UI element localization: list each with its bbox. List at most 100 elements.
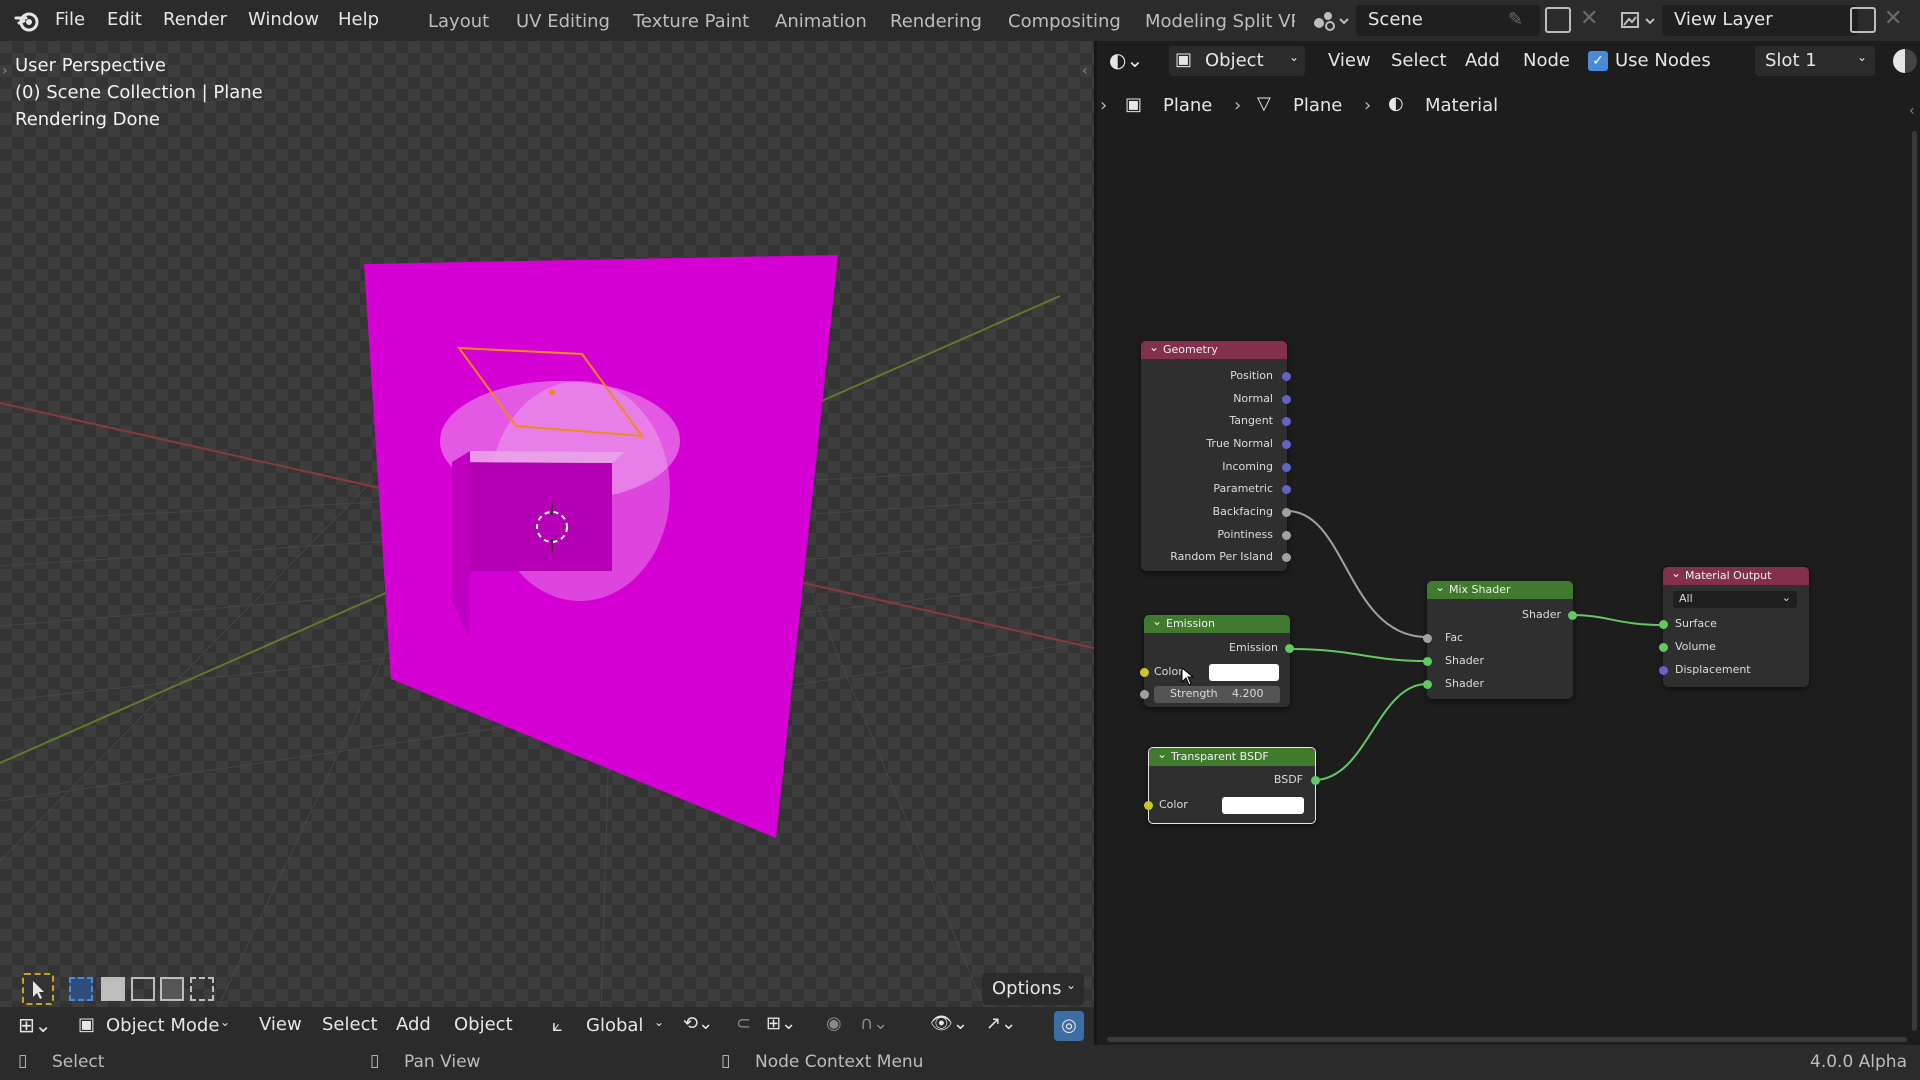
proportional-edit-icon[interactable]: ◉	[826, 1013, 842, 1034]
output-random-per-island: Random Per Island	[1170, 550, 1273, 563]
gizmo-icon[interactable]: ↗⌄	[986, 1013, 1016, 1034]
input-shader-1: Shader	[1445, 654, 1484, 667]
material-output-node[interactable]: Material Output All ⌄ Surface Volume Dis…	[1659, 564, 1809, 687]
input-surface: Surface	[1675, 617, 1717, 630]
delete-view-layer-icon[interactable]: ✕	[1884, 6, 1902, 31]
output-shader: Shader	[1522, 608, 1561, 621]
viewport-menu-select[interactable]: Select	[322, 1006, 378, 1044]
output-tangent: Tangent	[1229, 414, 1273, 427]
visibility-icon[interactable]: 👁⌄	[930, 1013, 968, 1034]
workspace-tab-compositing[interactable]: Compositing	[1008, 0, 1121, 41]
new-view-layer-icon[interactable]	[1850, 7, 1876, 33]
mix-shader-node-header[interactable]: Mix Shader	[1427, 578, 1573, 599]
pin-icon[interactable]: ✎	[1508, 9, 1523, 30]
workspace-tab-texture-paint[interactable]: Texture Paint	[633, 0, 749, 41]
input-shader-2: Shader	[1445, 677, 1484, 690]
material-output-node-header[interactable]: Material Output	[1663, 564, 1809, 585]
snap-target-icon[interactable]: ⊞⌄	[766, 1013, 796, 1034]
sidebar-expand-icon[interactable]: ‹	[1082, 63, 1088, 79]
workspace-tab-modeling-split[interactable]: Modeling Split VPs	[1145, 0, 1295, 41]
viewport-info-perspective: User Perspective	[15, 55, 166, 76]
socket-emission-color[interactable]	[1140, 668, 1149, 677]
geometry-node[interactable]: Geometry Position Normal Tangent True No…	[1141, 338, 1291, 571]
emission-color-label: Color	[1154, 665, 1183, 678]
socket-volume[interactable]	[1659, 643, 1668, 652]
socket-emission-out[interactable]	[1285, 644, 1294, 653]
socket-surface[interactable]	[1659, 620, 1668, 629]
socket-emission-strength[interactable]	[1140, 690, 1149, 699]
transparent-bsdf-node[interactable]: Transparent BSDF BSDF Color	[1144, 745, 1320, 824]
socket-mix-out[interactable]	[1568, 611, 1577, 620]
vertical-scrollbar[interactable]	[1912, 131, 1917, 1031]
3d-viewport[interactable]: User Perspective (0) Scene Collection | …	[0, 41, 1094, 1045]
select-subtract-icon[interactable]	[131, 977, 155, 1001]
viewport-menu-view[interactable]: View	[259, 1006, 302, 1044]
output-incoming: Incoming	[1222, 460, 1273, 473]
workspace-tab-rendering[interactable]: Rendering	[890, 0, 982, 41]
editor-type-icon[interactable]: ⊞⌄	[18, 1013, 52, 1037]
input-fac: Fac	[1445, 631, 1464, 644]
socket-pointiness[interactable]	[1282, 531, 1291, 540]
select-intersect-icon[interactable]	[190, 977, 214, 1001]
view-layer-browse-icon[interactable]	[1618, 7, 1660, 35]
viewport-menu-add[interactable]: Add	[396, 1006, 431, 1044]
emission-node[interactable]: Emission Emission Color Strength 4.200	[1140, 612, 1294, 707]
mouse-right-icon: ▯	[721, 1051, 731, 1071]
object-mode-dropdown[interactable]: ▣ Object Mode ⌄	[74, 1011, 234, 1041]
pivot-point-icon[interactable]: ⟲⌄	[683, 1013, 713, 1034]
snap-icon[interactable]: ⊂	[736, 1013, 751, 1034]
socket-mix-shader-2[interactable]	[1423, 680, 1432, 689]
socket-backfacing[interactable]	[1282, 508, 1291, 517]
menu-edit[interactable]: Edit	[107, 0, 142, 41]
workspace-tab-layout[interactable]: Layout	[428, 0, 489, 41]
socket-incoming[interactable]	[1282, 463, 1291, 472]
viewport-scene	[0, 255, 1094, 1045]
menu-file[interactable]: File	[55, 0, 85, 41]
select-new-icon[interactable]	[69, 977, 93, 1001]
blender-logo-icon[interactable]	[14, 8, 40, 34]
transform-orientation-dropdown[interactable]: ⟀ Global ⌄	[550, 1011, 668, 1041]
menu-render[interactable]: Render	[163, 0, 227, 41]
viewport-menu-object[interactable]: Object	[454, 1006, 513, 1044]
options-dropdown[interactable]: Options ⌄	[982, 973, 1084, 1005]
cursor-arrow-icon	[1181, 667, 1195, 686]
socket-position[interactable]	[1282, 372, 1291, 381]
socket-displacement[interactable]	[1659, 666, 1668, 675]
mix-shader-node[interactable]: Mix Shader Shader Fac Shader Shader	[1423, 578, 1577, 699]
view-layer-field[interactable]: View Layer	[1662, 5, 1858, 36]
output-backfacing: Backfacing	[1212, 505, 1273, 518]
socket-true-normal[interactable]	[1282, 440, 1291, 449]
transparent-bsdf-node-header[interactable]: Transparent BSDF	[1149, 745, 1315, 766]
scene-browse-icon[interactable]	[1310, 7, 1352, 35]
chevron-down-icon: ⌄	[654, 1015, 665, 1029]
emission-node-header[interactable]: Emission	[1144, 612, 1290, 633]
geometry-node-header[interactable]: Geometry	[1141, 338, 1287, 359]
socket-transparent-color[interactable]	[1144, 801, 1153, 810]
shader-editor[interactable]: ◐⌄ ▣ Object ⌄ View Select Add Node ✓ Use…	[1097, 41, 1920, 1045]
menu-window[interactable]: Window	[248, 0, 319, 41]
socket-random-per-island[interactable]	[1282, 553, 1291, 562]
transparent-color-swatch[interactable]	[1222, 797, 1304, 814]
target-dropdown[interactable]: All ⌄	[1673, 591, 1797, 608]
socket-tangent[interactable]	[1282, 417, 1291, 426]
horizontal-scrollbar[interactable]	[1107, 1037, 1907, 1042]
select-invert-icon[interactable]	[160, 977, 184, 1001]
socket-mix-shader-1[interactable]	[1423, 657, 1432, 666]
socket-mix-fac[interactable]	[1423, 634, 1432, 643]
scene-name-field[interactable]: Scene ✎	[1356, 5, 1540, 36]
new-scene-icon[interactable]	[1545, 7, 1571, 33]
toolbar-expand-icon[interactable]: ›	[2, 63, 8, 79]
select-tool-icon[interactable]	[22, 973, 54, 1005]
overlays-icon[interactable]: ◎	[1054, 1011, 1084, 1041]
socket-bsdf-out[interactable]	[1311, 776, 1320, 785]
strength-field[interactable]: Strength 4.200	[1154, 686, 1280, 703]
menu-help[interactable]: Help	[338, 0, 379, 41]
workspace-tab-animation[interactable]: Animation	[775, 0, 867, 41]
socket-parametric[interactable]	[1282, 485, 1291, 494]
falloff-icon[interactable]: ∩⌄	[860, 1013, 888, 1034]
socket-normal[interactable]	[1282, 395, 1291, 404]
delete-scene-icon[interactable]: ✕	[1580, 6, 1598, 31]
emission-color-swatch[interactable]	[1209, 664, 1279, 681]
select-extend-icon[interactable]	[101, 977, 125, 1001]
workspace-tab-uv-editing[interactable]: UV Editing	[516, 0, 610, 41]
